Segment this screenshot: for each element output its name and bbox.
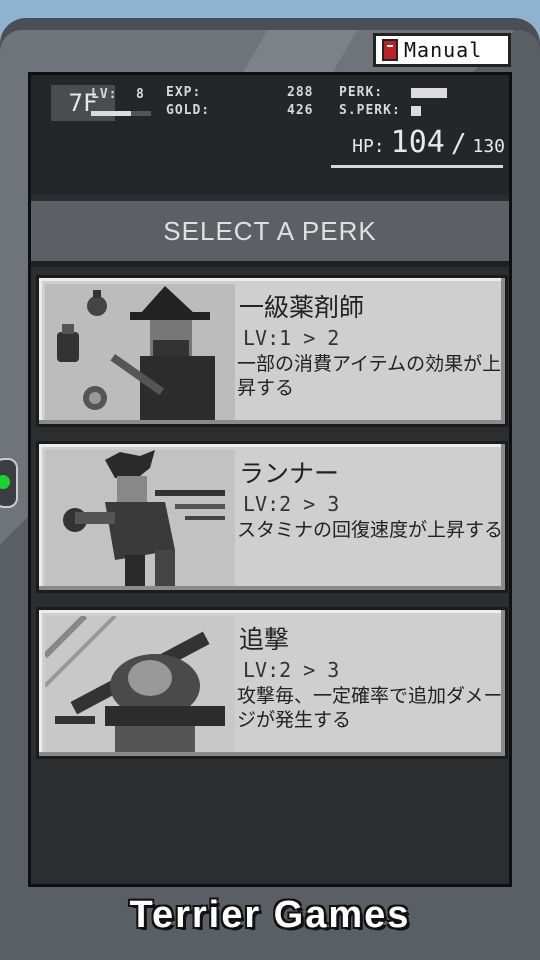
led-dot-icon	[0, 475, 10, 489]
perk-bar	[411, 88, 447, 98]
exp-label: EXP:	[166, 85, 202, 100]
running-fighter-portrait	[45, 450, 235, 586]
manual-button[interactable]: Manual	[373, 33, 511, 67]
perk-card-alchemist[interactable]: 一級薬剤師 LV:1 > 2 一部の消費アイテムの効果が上昇する	[36, 275, 508, 427]
lv-bar	[91, 111, 131, 116]
power-led	[0, 458, 18, 508]
perk-card-pursuit[interactable]: 追撃 LV:2 > 3 攻撃毎、一定確率で追加ダメージが発生する	[36, 607, 508, 759]
lv-label: LV:	[91, 87, 118, 102]
manual-label: Manual	[404, 38, 483, 62]
perk-name: 一級薬剤師	[239, 293, 365, 322]
select-perk-title: SELECT A PERK	[31, 201, 509, 267]
hp-separator: /	[450, 129, 467, 159]
gold-value: 426	[287, 103, 314, 118]
sperk-bar	[411, 106, 421, 116]
perk-label: PERK:	[339, 85, 384, 100]
perk-description: スタミナの回復速度が上昇する	[237, 519, 504, 541]
perk-level: LV:1 > 2	[243, 326, 340, 350]
hp-max: 130	[472, 136, 505, 157]
sperk-label: S.PERK:	[339, 103, 401, 118]
perk-description: 一部の消費アイテムの効果が上昇する	[237, 353, 502, 399]
gold-label: GOLD:	[166, 103, 211, 118]
brand-footer: Terrier Games	[129, 893, 411, 936]
hp-value: 104	[390, 125, 445, 160]
perk-description: 攻撃毎、一定確率で追加ダメージが発生する	[237, 685, 503, 731]
perk-level: LV:2 > 3	[243, 658, 340, 682]
game-screen: 7F LV: 8 EXP: 288 GOLD: 426 PERK: S.PERK…	[28, 72, 512, 887]
hp-display: HP: 104 / 130	[352, 125, 505, 160]
exp-value: 288	[287, 85, 314, 100]
perk-card-runner[interactable]: ランナー LV:2 > 3 スタミナの回復速度が上昇する	[36, 441, 508, 593]
perk-name: 追撃	[239, 625, 290, 654]
status-panel: 7F LV: 8 EXP: 288 GOLD: 426 PERK: S.PERK…	[31, 75, 509, 195]
hp-bar	[331, 165, 503, 168]
lv-value: 8	[136, 87, 145, 102]
perk-level: LV:2 > 3	[243, 492, 340, 516]
perk-name: ランナー	[239, 459, 340, 488]
witch-alchemist-portrait	[45, 284, 235, 420]
sword-attack-portrait	[45, 616, 235, 752]
book-icon	[382, 39, 398, 61]
hp-label: HP:	[352, 136, 385, 157]
